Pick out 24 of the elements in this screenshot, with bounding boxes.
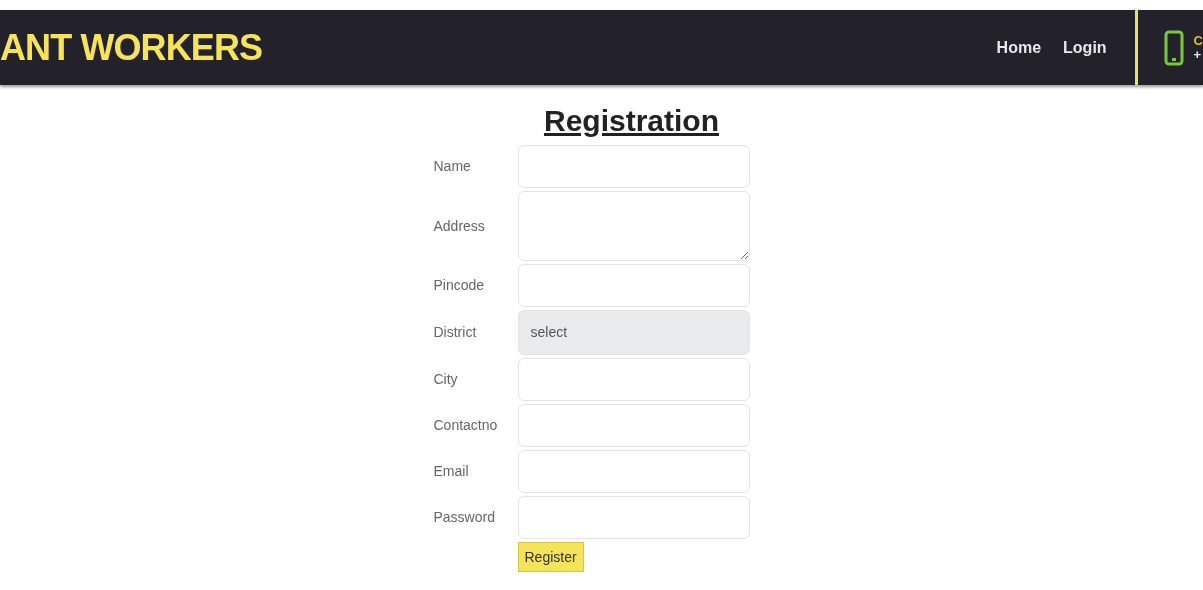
field-label: Password bbox=[433, 508, 496, 527]
register-button[interactable]: Register bbox=[517, 542, 584, 572]
field-label: City bbox=[433, 370, 459, 389]
field-label: Pincode bbox=[433, 276, 486, 295]
contact-title: C bbox=[1193, 33, 1203, 48]
address-field[interactable] bbox=[517, 191, 750, 261]
field-label: Name bbox=[433, 157, 472, 176]
field-label: Email bbox=[433, 462, 470, 481]
nav-link[interactable]: Login bbox=[1063, 35, 1107, 60]
district-select[interactable]: select bbox=[517, 310, 750, 355]
field-label: Contactno bbox=[433, 416, 499, 435]
contact-phone: + bbox=[1193, 47, 1203, 62]
field-label: District bbox=[433, 323, 478, 342]
input-field[interactable] bbox=[517, 264, 750, 307]
password-field[interactable] bbox=[517, 496, 750, 539]
page-title: Registration bbox=[544, 103, 719, 139]
nav-link[interactable]: Home bbox=[996, 35, 1042, 60]
input-field[interactable] bbox=[517, 145, 750, 188]
field-label: Address bbox=[433, 216, 486, 236]
input-field[interactable] bbox=[517, 450, 750, 493]
phone-icon bbox=[1163, 29, 1184, 66]
input-field[interactable] bbox=[517, 404, 750, 447]
input-field[interactable] bbox=[517, 358, 750, 401]
brand-title: ANT WORKERS bbox=[0, 25, 263, 70]
